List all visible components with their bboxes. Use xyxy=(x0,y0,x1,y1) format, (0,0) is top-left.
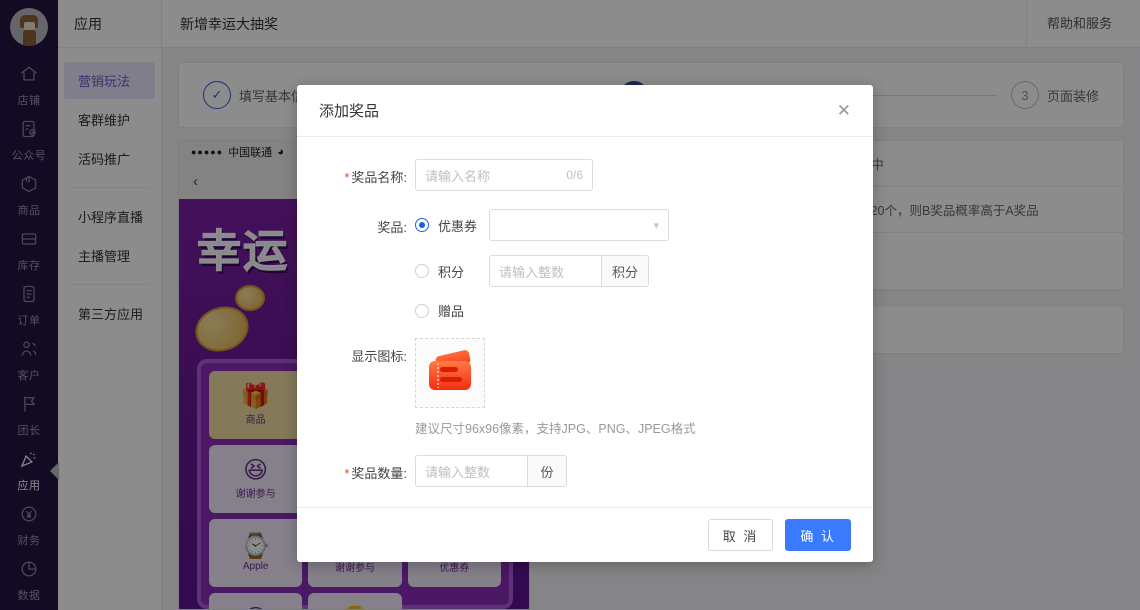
radio-coupon-label: 优惠券 xyxy=(438,218,478,234)
display-icon-row: 显示图标: 建议尺寸96x96像素，支持JPG、PNG、JPEG格式 xyxy=(319,338,851,437)
close-icon[interactable]: ✕ xyxy=(837,102,851,119)
dialog-footer: 取 消 确 认 xyxy=(297,507,873,562)
prize-name-row: * 奖品名称: 请输入名称 0/6 xyxy=(319,159,851,191)
points-input-group: 请输入整数 积分 xyxy=(489,255,650,287)
prize-name-control: 请输入名称 0/6 xyxy=(415,159,851,191)
radio-points[interactable] xyxy=(415,264,429,278)
prize-option-coupon[interactable]: 优惠券 ▾ xyxy=(415,209,851,241)
quantity-input-group: 请输入整数 份 xyxy=(415,455,851,487)
required-star-icon: * xyxy=(344,466,350,481)
app-root: 店铺 公众号 商品 库存 订单 客户 团长 应用 财务 数据 应用 营销玩法 客… xyxy=(0,0,1140,610)
prize-option-gift[interactable]: 赠品 xyxy=(415,301,851,320)
radio-gift[interactable] xyxy=(415,303,429,318)
coupon-ticket-icon xyxy=(427,349,473,393)
quantity-unit-addon: 份 xyxy=(527,455,567,487)
required-star-icon: * xyxy=(344,170,350,185)
dialog-body: * 奖品名称: 请输入名称 0/6 奖品: 优惠券 ▾ 积分 请输入整数 积分 … xyxy=(297,137,873,507)
radio-gift-label: 赠品 xyxy=(438,304,465,319)
prize-type-row: 奖品: 优惠券 ▾ 积分 请输入整数 积分 赠品 xyxy=(319,209,851,320)
chevron-down-icon: ▾ xyxy=(653,219,659,232)
prize-quantity-control: 请输入整数 份 xyxy=(415,455,851,487)
add-prize-dialog: 添加奖品 ✕ * 奖品名称: 请输入名称 0/6 奖品: 优惠券 ▾ 积分 请输… xyxy=(297,85,873,562)
confirm-button[interactable]: 确 认 xyxy=(785,519,851,551)
points-input[interactable]: 请输入整数 xyxy=(489,255,601,287)
dialog-title: 添加奖品 xyxy=(319,103,380,120)
quantity-input[interactable]: 请输入整数 xyxy=(415,455,527,487)
display-icon-label: 显示图标: xyxy=(351,349,407,364)
icon-upload-hint: 建议尺寸96x96像素，支持JPG、PNG、JPEG格式 xyxy=(415,422,696,436)
icon-upload-box[interactable] xyxy=(415,338,485,408)
radio-coupon[interactable] xyxy=(415,218,429,232)
radio-points-label: 积分 xyxy=(438,264,465,280)
prize-quantity-label: * 奖品数量: xyxy=(344,466,407,481)
prize-type-control: 优惠券 ▾ 积分 请输入整数 积分 赠品 xyxy=(415,209,851,320)
prize-quantity-row: * 奖品数量: 请输入整数 份 xyxy=(319,455,851,487)
points-unit-addon: 积分 xyxy=(601,255,650,287)
coupon-select[interactable]: ▾ xyxy=(489,209,669,241)
prize-type-label: 奖品: xyxy=(377,220,407,235)
prize-name-counter: 0/6 xyxy=(566,168,583,182)
prize-name-input[interactable]: 请输入名称 0/6 xyxy=(415,159,593,191)
prize-name-placeholder: 请输入名称 xyxy=(425,168,491,184)
cancel-button[interactable]: 取 消 xyxy=(707,519,774,551)
dialog-header: 添加奖品 ✕ xyxy=(297,85,873,137)
display-icon-control: 建议尺寸96x96像素，支持JPG、PNG、JPEG格式 xyxy=(415,338,851,437)
prize-option-points[interactable]: 积分 请输入整数 积分 xyxy=(415,255,851,287)
prize-name-label: * 奖品名称: xyxy=(344,170,407,185)
